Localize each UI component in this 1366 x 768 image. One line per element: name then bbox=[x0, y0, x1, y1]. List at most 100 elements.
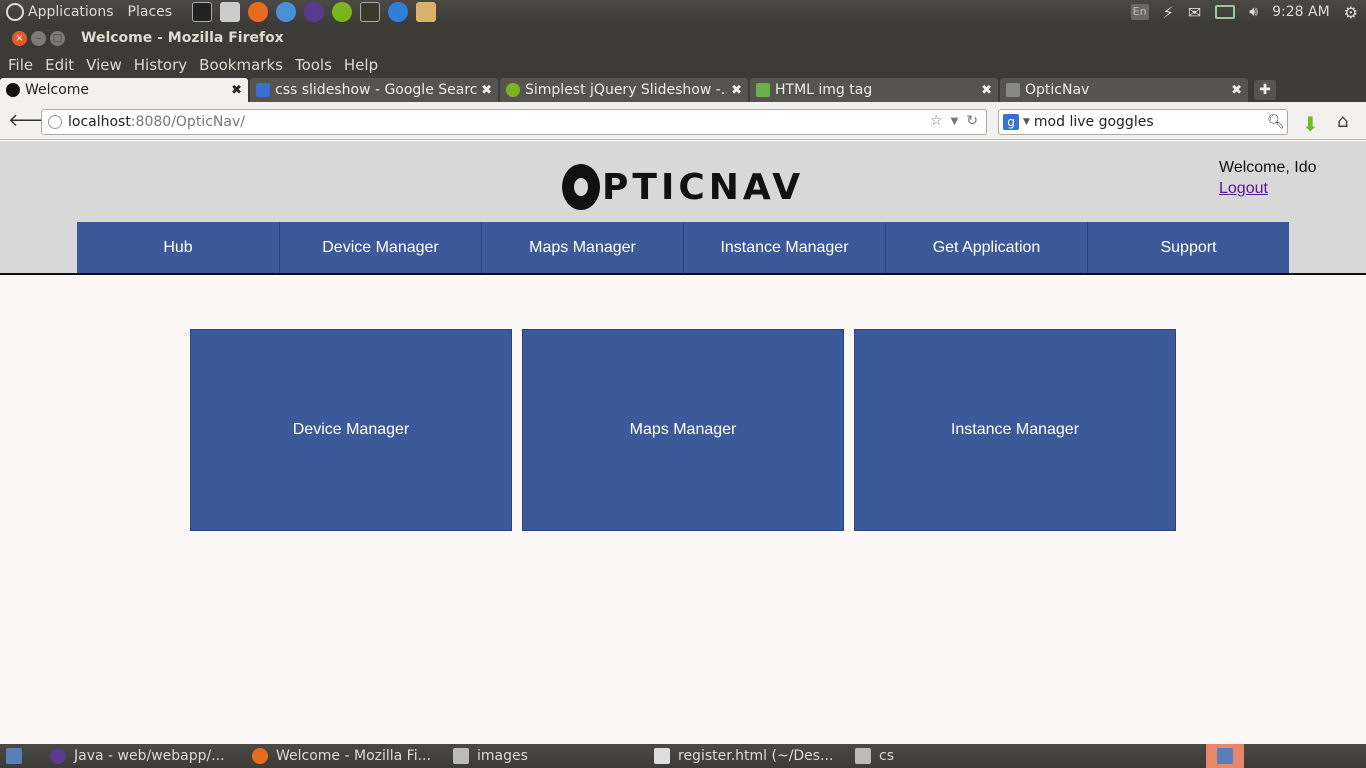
firefox-menubar: File Edit View History Bookmarks Tools H… bbox=[0, 52, 1366, 78]
tile-maps-manager[interactable]: Maps Manager bbox=[522, 329, 844, 531]
nav-support[interactable]: Support bbox=[1087, 222, 1289, 273]
opticnav-icon bbox=[6, 83, 20, 97]
close-tab-icon[interactable]: ✖ bbox=[231, 83, 242, 98]
taskbar-label: cs bbox=[879, 748, 894, 764]
taskbar-item-cs[interactable]: cs bbox=[855, 744, 894, 768]
chromium-icon[interactable] bbox=[276, 2, 297, 22]
site-identity-icon[interactable] bbox=[48, 115, 62, 129]
search-engine-icon[interactable]: g bbox=[1003, 114, 1019, 130]
url-bar[interactable]: localhost:8080/OpticNav/ ☆ ▼ ↻ bbox=[41, 109, 987, 135]
blank-page-icon bbox=[1006, 83, 1020, 97]
tile-device-manager[interactable]: Device Manager bbox=[190, 329, 512, 531]
tile-instance-manager[interactable]: Instance Manager bbox=[854, 329, 1176, 531]
volume-icon[interactable]: 🔊︎ bbox=[1249, 4, 1258, 20]
gear-icon[interactable]: ⚙ bbox=[1344, 3, 1358, 22]
tab-welcome[interactable]: Welcome ✖ bbox=[0, 78, 248, 102]
taskbar-label: Java - web/webapp/... bbox=[74, 748, 225, 764]
opticnav-logo-mark-icon bbox=[562, 164, 600, 210]
opticnav-logo[interactable]: PTICNAV bbox=[562, 162, 804, 212]
globe-icon[interactable] bbox=[388, 2, 409, 22]
home-icon[interactable]: ⌂ bbox=[1337, 111, 1348, 132]
navigation-toolbar: 🡐 localhost:8080/OpticNav/ ☆ ▼ ↻ g ▼ mod… bbox=[0, 102, 1366, 140]
menu-help[interactable]: Help bbox=[338, 56, 384, 74]
firefox-icon[interactable] bbox=[248, 2, 269, 22]
search-input[interactable]: mod live goggles bbox=[1034, 114, 1265, 130]
taskbar-item-firefox[interactable]: Welcome - Mozilla Fi... bbox=[252, 744, 431, 768]
search-engine-dropdown-icon[interactable]: ▼ bbox=[1023, 117, 1030, 127]
close-window-button[interactable]: × bbox=[12, 30, 27, 46]
back-arrow-icon[interactable]: 🡐 bbox=[8, 110, 56, 131]
tab-html-img[interactable]: HTML img tag ✖ bbox=[750, 78, 998, 102]
jquery-icon bbox=[506, 83, 520, 97]
taskbar-item-java[interactable]: Java - web/webapp/... bbox=[50, 744, 225, 768]
terminal-icon[interactable] bbox=[192, 2, 213, 22]
url-path: :8080/OpticNav/ bbox=[130, 114, 245, 130]
tab-label: HTML img tag bbox=[775, 82, 873, 98]
bookmark-star-icon[interactable]: ☆ bbox=[930, 113, 943, 131]
nav-hub[interactable]: Hub bbox=[77, 222, 279, 273]
nav-get-application[interactable]: Get Application bbox=[885, 222, 1087, 273]
url-bar-actions: ☆ ▼ ↻ bbox=[930, 113, 978, 131]
menu-view[interactable]: View bbox=[80, 56, 128, 74]
menu-bookmarks[interactable]: Bookmarks bbox=[193, 56, 289, 74]
folder-icon[interactable] bbox=[416, 2, 437, 22]
text-editor-icon bbox=[654, 748, 670, 764]
nav-instance-manager[interactable]: Instance Manager bbox=[683, 222, 885, 273]
tab-css-slideshow[interactable]: css slideshow - Google Search ✖ bbox=[250, 78, 498, 102]
nav-device-manager[interactable]: Device Manager bbox=[279, 222, 481, 273]
green-app-icon[interactable] bbox=[332, 2, 353, 22]
workspace-switcher[interactable] bbox=[1206, 744, 1244, 768]
url-dropdown-icon[interactable]: ▼ bbox=[951, 113, 959, 131]
google-icon bbox=[256, 83, 270, 97]
show-desktop-button[interactable] bbox=[6, 744, 22, 768]
welcome-message: Welcome, Ido bbox=[1219, 159, 1317, 176]
firefox-icon bbox=[252, 748, 268, 764]
window-title: Welcome - Mozilla Firefox bbox=[81, 30, 284, 46]
reload-icon[interactable]: ↻ bbox=[966, 113, 978, 131]
keyboard-indicator[interactable]: En bbox=[1130, 4, 1149, 20]
tab-opticnav[interactable]: OpticNav ✖ bbox=[1000, 78, 1248, 102]
download-arrow-icon[interactable]: ⬇ bbox=[1302, 112, 1319, 136]
close-tab-icon[interactable]: ✖ bbox=[1231, 83, 1242, 98]
file-manager-icon bbox=[855, 748, 871, 764]
new-tab-button[interactable]: ✚ bbox=[1254, 80, 1276, 100]
clock[interactable]: 9:28 AM bbox=[1272, 4, 1330, 20]
system-tray: En ⚡ ✉ 🔊︎ 9:28 AM ⚙ bbox=[1130, 0, 1366, 24]
applications-menu[interactable]: Applications bbox=[28, 4, 114, 20]
launcher-icons bbox=[192, 2, 437, 22]
text-editor-icon[interactable] bbox=[220, 2, 241, 22]
places-menu[interactable]: Places bbox=[128, 4, 173, 20]
battery-icon[interactable] bbox=[1215, 5, 1236, 19]
eclipse-icon[interactable] bbox=[304, 2, 325, 22]
network-icon[interactable]: ⚡ bbox=[1163, 3, 1174, 22]
taskbar-item-register[interactable]: register.html (~/Des... bbox=[654, 744, 833, 768]
menu-file[interactable]: File bbox=[2, 56, 39, 74]
file-manager-icon bbox=[453, 748, 469, 764]
search-icon[interactable]: 🔍︎ bbox=[1265, 114, 1287, 130]
menu-edit[interactable]: Edit bbox=[39, 56, 80, 74]
close-tab-icon[interactable]: ✖ bbox=[981, 83, 992, 98]
system-menu: Applications Places bbox=[0, 3, 178, 21]
mail-icon[interactable]: ✉ bbox=[1188, 3, 1201, 22]
desktop-icon bbox=[6, 748, 22, 764]
system-monitor-icon[interactable] bbox=[360, 2, 381, 22]
eclipse-icon bbox=[50, 748, 66, 764]
tab-jquery-slideshow[interactable]: Simplest jQuery Slideshow -... ✖ bbox=[500, 78, 748, 102]
window-titlebar: × – □ Welcome - Mozilla Firefox bbox=[0, 24, 1366, 52]
menu-history[interactable]: History bbox=[128, 56, 193, 74]
logo-wordmark: PTICNAV bbox=[602, 166, 805, 208]
window-controls: × – □ bbox=[12, 30, 65, 46]
search-bar[interactable]: g ▼ mod live goggles 🔍︎ bbox=[998, 109, 1288, 135]
tab-strip: Welcome ✖ css slideshow - Google Search … bbox=[0, 78, 1366, 102]
close-tab-icon[interactable]: ✖ bbox=[481, 83, 492, 98]
maximize-window-button[interactable]: □ bbox=[50, 30, 65, 46]
system-top-panel: Applications Places En ⚡ ✉ 🔊︎ 9:28 AM ⚙ bbox=[0, 0, 1366, 24]
url-host: localhost bbox=[68, 114, 131, 130]
close-tab-icon[interactable]: ✖ bbox=[731, 83, 742, 98]
ubuntu-logo-icon[interactable] bbox=[6, 3, 24, 21]
menu-tools[interactable]: Tools bbox=[289, 56, 338, 74]
minimize-window-button[interactable]: – bbox=[31, 30, 46, 46]
logout-link[interactable]: Logout bbox=[1219, 180, 1268, 198]
nav-maps-manager[interactable]: Maps Manager bbox=[481, 222, 683, 273]
taskbar-item-images[interactable]: images bbox=[453, 744, 528, 768]
